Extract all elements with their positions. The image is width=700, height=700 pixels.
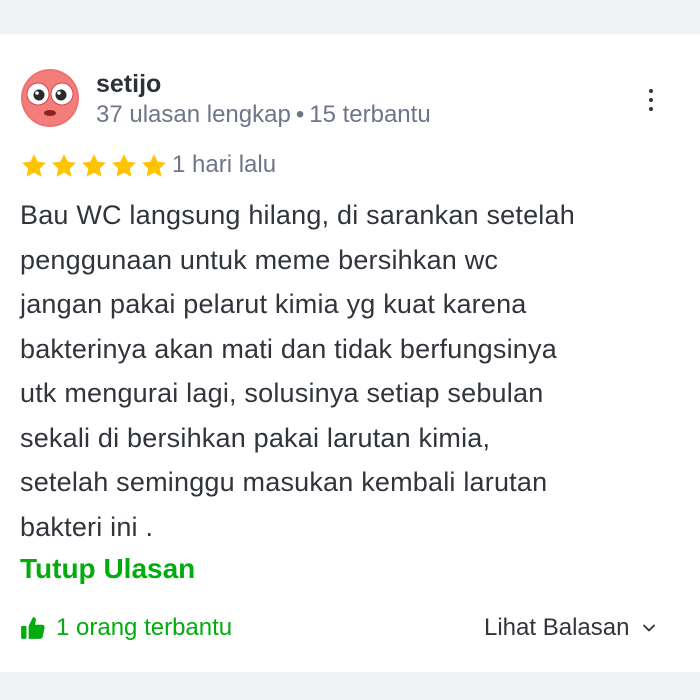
helpful-count-label: 1 orang terbantu bbox=[56, 614, 233, 641]
reviewer-helpful-count: 15 terbantu bbox=[309, 101, 431, 128]
top-divider bbox=[0, 0, 700, 34]
star-icon bbox=[112, 154, 136, 177]
helpful-button[interactable]: 1 orang terbantu bbox=[20, 614, 232, 642]
view-replies-label: Lihat Balasan bbox=[484, 614, 630, 641]
review-text: Bau WC langsung hilang, di sarankan sete… bbox=[20, 200, 575, 542]
collapse-review-link[interactable]: Tutup Ulasan bbox=[20, 553, 195, 585]
emoji-face-icon bbox=[21, 69, 79, 127]
more-vertical-icon-dot bbox=[649, 98, 653, 102]
thumbs-up-icon bbox=[21, 617, 45, 639]
meta-separator: • bbox=[295, 101, 305, 128]
review-date: 1 hari lalu bbox=[172, 151, 277, 178]
more-options-button[interactable] bbox=[636, 84, 666, 116]
view-replies-button[interactable]: Lihat Balasan bbox=[484, 614, 657, 642]
more-vertical-icon-dot bbox=[649, 89, 653, 93]
bottom-divider bbox=[0, 672, 700, 700]
star-icon bbox=[82, 154, 106, 177]
star-rating bbox=[20, 152, 168, 180]
star-icon bbox=[22, 154, 46, 177]
more-vertical-icon-dot bbox=[649, 107, 653, 111]
reviewer-reviews-count: 37 ulasan lengkap bbox=[96, 101, 291, 128]
avatar[interactable] bbox=[20, 68, 80, 128]
star-icon bbox=[52, 154, 76, 177]
star-icon bbox=[142, 154, 166, 177]
reviewer-name[interactable]: setijo bbox=[96, 70, 161, 99]
chevron-down-icon bbox=[643, 624, 656, 632]
reviewer-meta: 37 ulasan lengkap • 15 terbantu bbox=[96, 101, 431, 129]
